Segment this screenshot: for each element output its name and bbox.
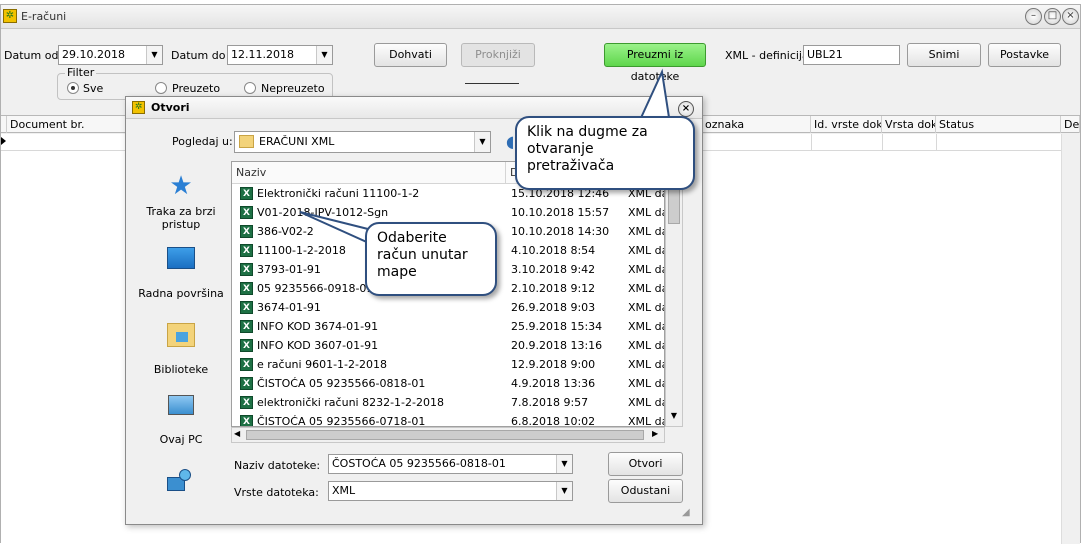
callout-import-hint: Klik na dugme za otvaranje pretraživača bbox=[515, 116, 695, 190]
callout-select-hint: Odaberite račun unutar mape bbox=[365, 222, 497, 296]
callout-pointers bbox=[299, 68, 672, 250]
